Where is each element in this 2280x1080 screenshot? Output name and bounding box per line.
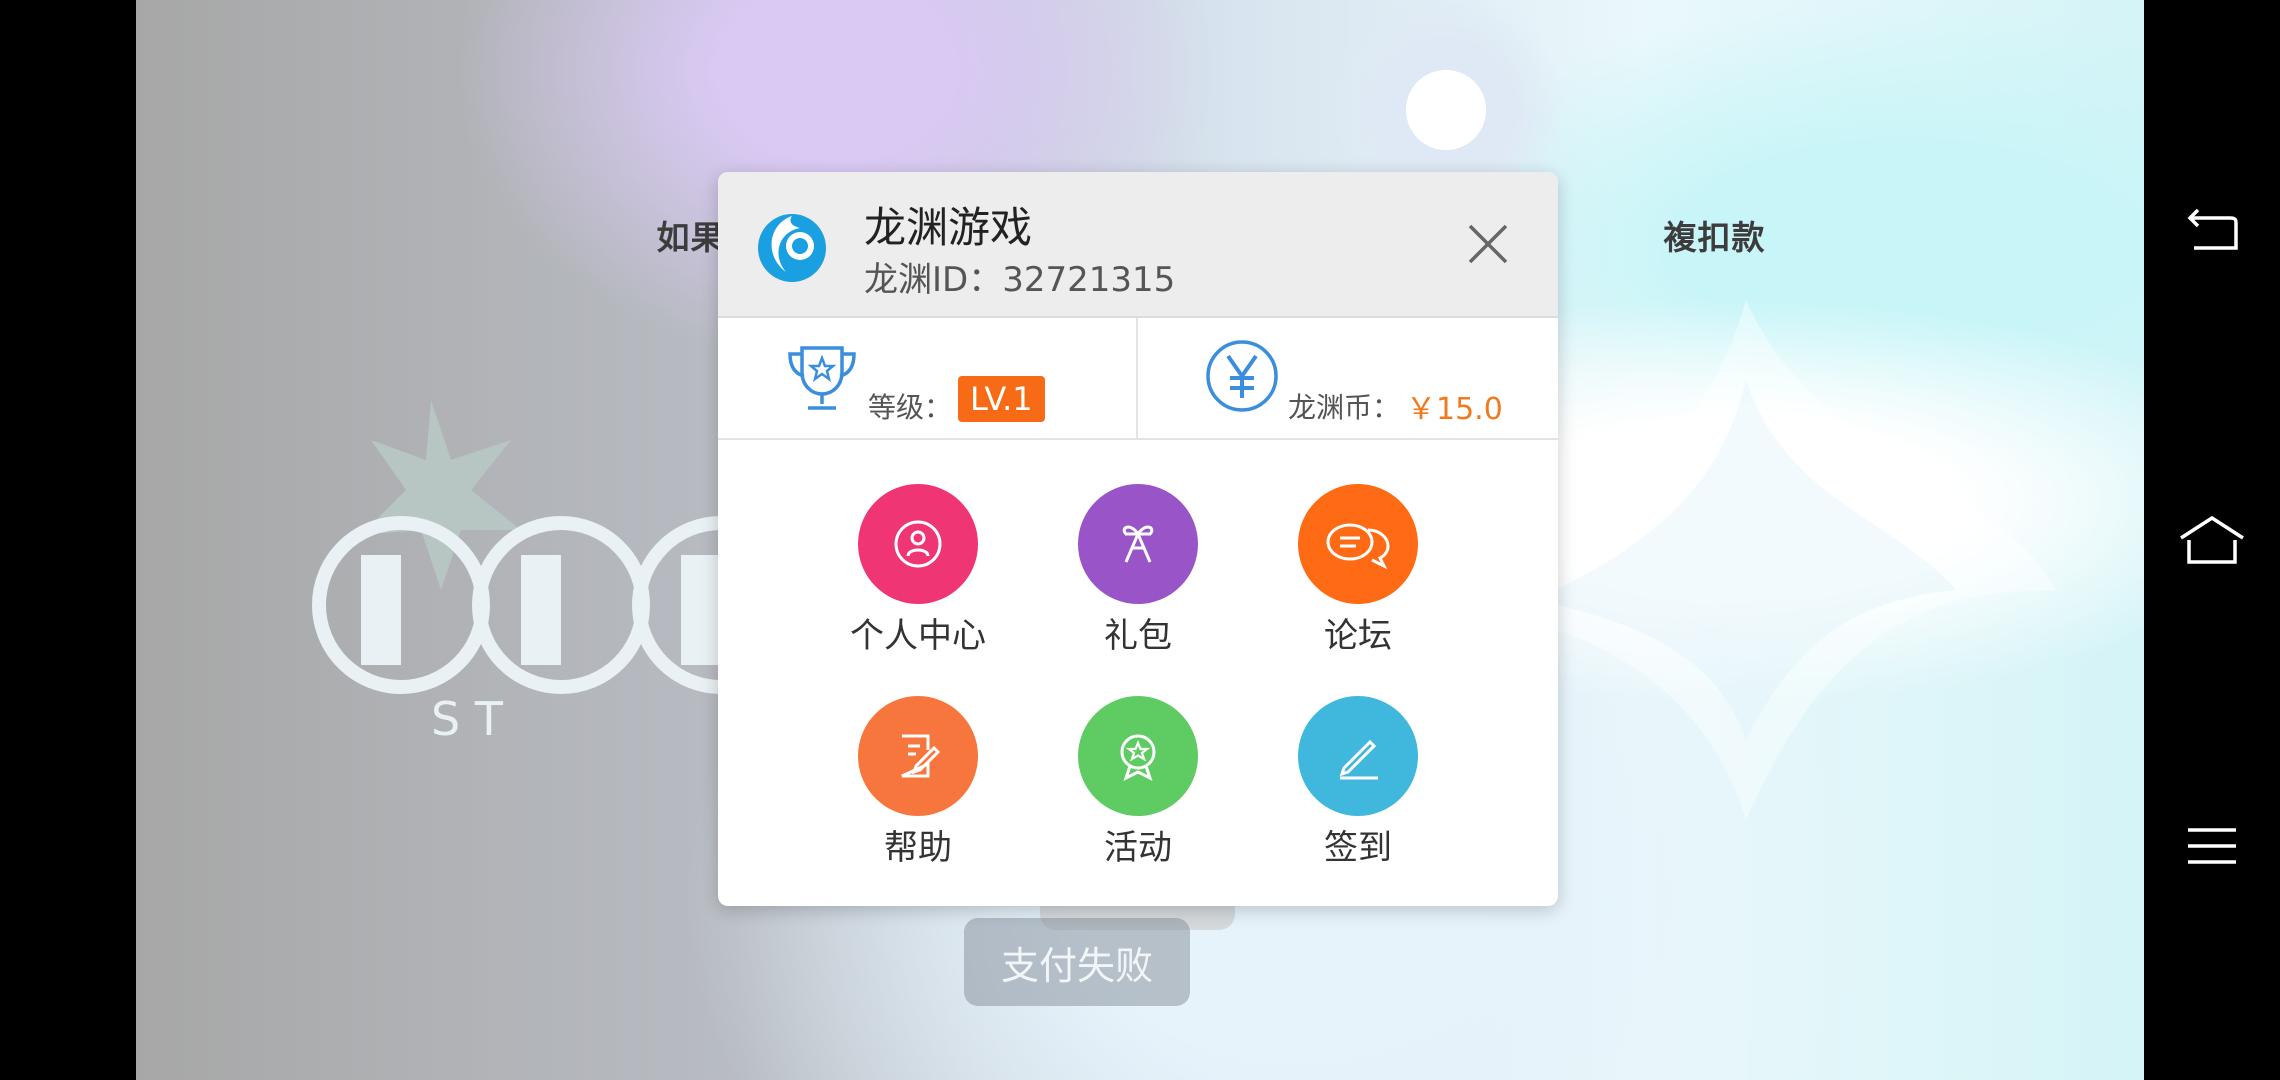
pay-failed-status: 支付失败 — [964, 918, 1190, 1006]
android-nav-bar — [2144, 0, 2280, 1080]
help-label: 帮助 — [884, 828, 952, 868]
forum-circle — [1298, 484, 1418, 604]
user-id-label: 龙渊ID： — [864, 260, 1003, 300]
coin-value: ￥15.0 — [1406, 392, 1503, 427]
signin-label: 签到 — [1324, 828, 1392, 868]
coin-label: 龙渊币： — [1288, 391, 1401, 424]
chat-icon — [1326, 523, 1390, 570]
gift-label: 礼包 — [1104, 616, 1172, 656]
gift-icon — [1122, 525, 1154, 563]
close-button[interactable] — [1458, 214, 1518, 274]
trophy-icon — [788, 346, 856, 410]
activity-circle — [1078, 696, 1198, 816]
logo-letters: S T — [431, 692, 504, 746]
level-badge: LV.1 — [958, 376, 1045, 422]
activity-label: 活动 — [1104, 828, 1172, 868]
help-button[interactable]: 帮助 — [818, 696, 1018, 886]
close-icon — [1468, 224, 1508, 264]
home-button[interactable] — [2144, 480, 2280, 600]
pen-icon — [1339, 739, 1378, 780]
app-title: 龙渊游戏 — [864, 203, 1033, 252]
gift-button[interactable]: 礼包 — [1038, 484, 1238, 674]
user-id: 龙渊ID：32721315 — [864, 252, 1175, 301]
stats-row: 等级： LV.1 龙渊币： ￥15.0 — [718, 318, 1558, 440]
home-icon — [2180, 515, 2244, 564]
user-icon — [894, 520, 942, 568]
signin-circle — [1298, 696, 1418, 816]
forum-label: 论坛 — [1324, 616, 1392, 656]
personal-center-button[interactable]: 个人中心 — [818, 484, 1018, 674]
back-button[interactable] — [2144, 172, 2280, 292]
coin-stat: 龙渊币： ￥15.0 — [1138, 318, 1558, 438]
help-edit-icon — [901, 734, 941, 778]
notice-right-text: 複扣款 — [1663, 218, 1766, 257]
gift-circle — [1078, 484, 1198, 604]
menu-button[interactable] — [2144, 786, 2280, 906]
signin-button[interactable]: 签到 — [1258, 696, 1458, 886]
badge-icon — [1120, 734, 1156, 781]
user-id-value: 32721315 — [1002, 260, 1176, 300]
left-black-bar — [0, 0, 136, 1080]
panel-header: 龙渊游戏 龙渊ID：32721315 — [718, 172, 1558, 318]
back-icon — [2187, 208, 2238, 250]
menu-icon — [2188, 828, 2236, 864]
help-circle — [858, 696, 978, 816]
personal-center-label: 个人中心 — [850, 616, 986, 656]
personal-center-circle — [858, 484, 978, 604]
activity-button[interactable]: 活动 — [1038, 696, 1238, 886]
longyuan-logo-icon — [758, 214, 826, 282]
yen-icon — [1206, 340, 1278, 412]
user-center-panel: 龙渊游戏 龙渊ID：32721315 等级： LV.1 龙渊币： ￥15.0 个… — [718, 172, 1558, 906]
level-label: 等级： — [868, 391, 953, 424]
level-stat: 等级： LV.1 — [718, 318, 1136, 438]
forum-button[interactable]: 论坛 — [1258, 484, 1458, 674]
